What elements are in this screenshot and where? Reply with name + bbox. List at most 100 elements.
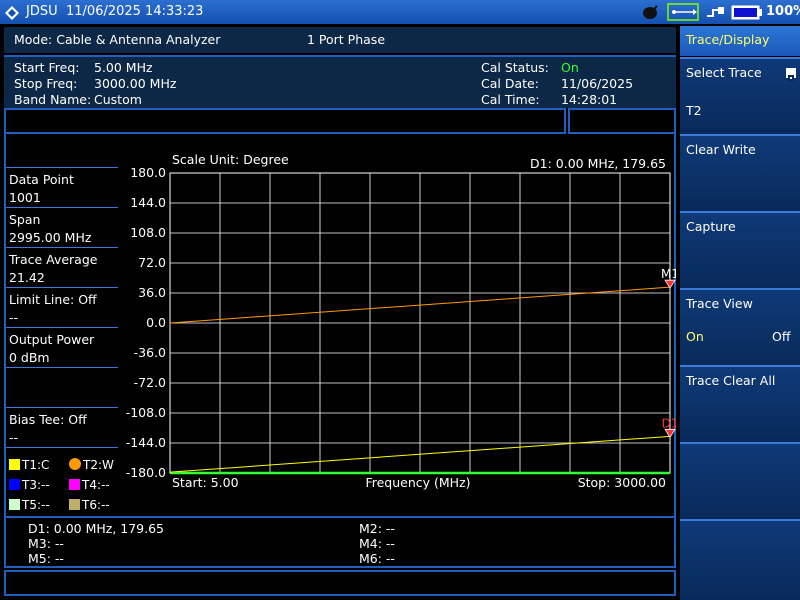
stop-freq-label: Stop Freq: <box>14 76 78 91</box>
trace-average-label: Trace Average <box>9 252 98 267</box>
bias-tee-value: -- <box>9 430 19 445</box>
cal-time-value: 14:28:01 <box>561 92 618 107</box>
marker-m3[interactable]: M3: -- <box>28 536 64 551</box>
data-point-label: Data Point <box>9 172 74 187</box>
marker-m6[interactable]: M6: -- <box>359 551 395 566</box>
delta-readout: D1: 0.00 MHz, 179.65 <box>530 156 666 171</box>
cal-date-value: 11/06/2025 <box>561 76 634 91</box>
bias-tee-info: Bias Tee: Off -- <box>6 407 118 445</box>
trace-clear-all-label: Trace Clear All <box>686 373 776 388</box>
trace-view-on[interactable]: On <box>686 329 704 344</box>
y-tick-label: -108.0 <box>126 405 166 420</box>
marker-d1[interactable]: D1: 0.00 MHz, 179.65 <box>28 521 164 536</box>
submenu-icon <box>786 68 796 81</box>
satellite-icon <box>640 3 660 25</box>
span-label: Span <box>9 212 41 227</box>
clear-write-softkey[interactable]: Clear Write <box>680 134 800 211</box>
y-tick-label: 36.0 <box>138 285 166 300</box>
measurement-label: 1 Port Phase <box>307 32 386 47</box>
legend-t2: T2:W <box>69 458 114 472</box>
t1-label: T1:C <box>22 458 50 472</box>
y-tick-label: 108.0 <box>130 225 166 240</box>
stop-freq-value[interactable]: 3000.00 MHz <box>94 76 176 91</box>
t6-swatch <box>69 499 80 510</box>
y-tick-label: 180.0 <box>130 165 166 180</box>
t1-swatch <box>9 459 20 470</box>
start-freq-value[interactable]: 5.00 MHz <box>94 60 153 75</box>
capture-label: Capture <box>686 219 736 234</box>
power-plug-icon <box>705 4 727 24</box>
t5-swatch <box>9 499 20 510</box>
phase-chart[interactable]: Scale Unit: Degree D1: 0.00 MHz, 179.65 … <box>120 150 676 495</box>
softkey-title-label: Trace/Display <box>686 32 770 47</box>
span-value: 2995.00 MHz <box>9 230 92 245</box>
params-panel: Start Freq: 5.00 MHz Stop Freq: 3000.00 … <box>4 55 676 108</box>
y-tick-label: 144.0 <box>130 195 166 210</box>
battery-percent: 100% <box>766 4 800 19</box>
empty-softkey-6[interactable] <box>680 442 800 519</box>
x-axis-label: Frequency (MHz) <box>365 475 470 490</box>
marker-m5[interactable]: M5: -- <box>28 551 64 566</box>
span-info: Span 2995.00 MHz <box>6 207 118 245</box>
output-power-value: 0 dBm <box>9 350 50 365</box>
mode-label: Mode: Cable & Antenna Analyzer <box>14 32 221 47</box>
output-power-info: Output Power 0 dBm <box>6 327 118 365</box>
y-axis-ticks: 180.0 144.0 108.0 72.0 36.0 0.0 -36.0 -72.0 -108… <box>126 165 166 480</box>
legend-t4: T4:-- <box>69 478 110 492</box>
jdsu-logo-icon <box>5 5 19 20</box>
capture-softkey[interactable]: Capture <box>680 211 800 288</box>
y-tick-label: -144.0 <box>126 435 166 450</box>
band-name-value[interactable]: Custom <box>94 92 142 107</box>
datetime-label: 11/06/2025 14:33:23 <box>66 4 204 19</box>
t6-label: T6:-- <box>82 498 110 512</box>
marker-table: D1: 0.00 MHz, 179.65 M3: -- M5: -- M2: -… <box>4 516 676 568</box>
cal-date-label: Cal Date: <box>481 76 539 91</box>
softkey-title: Trace/Display <box>680 26 800 56</box>
t3-swatch <box>9 479 20 490</box>
legend-t3: T3:-- <box>9 478 50 492</box>
scale-unit-label: Scale Unit: Degree <box>172 152 289 167</box>
t2-swatch <box>69 458 81 470</box>
marker-d1-label: D1 <box>662 416 676 430</box>
data-point-value: 1001 <box>9 190 41 205</box>
bottom-bar <box>4 570 676 596</box>
trace-view-label: Trace View <box>686 296 753 311</box>
trace-view-softkey[interactable]: Trace View On Off <box>680 288 800 365</box>
message-bar-left <box>4 108 566 134</box>
cal-status-value: On <box>561 60 579 75</box>
select-trace-softkey[interactable]: Select Trace T2 <box>680 57 800 134</box>
start-freq-label: Start Freq: <box>14 60 80 75</box>
marker-m1-label: M1 <box>661 267 676 281</box>
select-trace-label: Select Trace <box>686 65 762 80</box>
legend-t1: T1:C <box>9 458 49 472</box>
t5-label: T5:-- <box>22 498 50 512</box>
trace-view-off[interactable]: Off <box>772 329 790 344</box>
band-name-label: Band Name: <box>14 92 92 107</box>
cal-time-label: Cal Time: <box>481 92 540 107</box>
stop-freq-axis-label: Stop: 3000.00 <box>578 475 666 490</box>
t4-swatch <box>69 479 80 490</box>
trace-clear-all-softkey[interactable]: Trace Clear All <box>680 365 800 442</box>
trace-average-value: 21.42 <box>9 270 45 285</box>
t2-label: T2:W <box>83 458 114 472</box>
data-point-info: Data Point 1001 <box>6 167 118 205</box>
status-bar: JDSU 11/06/2025 14:33:23 100% <box>0 0 800 24</box>
trace-average-info: Trace Average 21.42 <box>6 247 118 285</box>
limit-line-value: -- <box>9 310 19 325</box>
empty-softkey-7[interactable] <box>680 519 800 600</box>
brand-label: JDSU <box>26 4 58 19</box>
marker-m2[interactable]: M2: -- <box>359 521 395 536</box>
t3-label: T3:-- <box>22 478 50 492</box>
legend-t6: T6:-- <box>69 498 110 512</box>
y-tick-label: -36.0 <box>134 345 166 360</box>
select-trace-value: T2 <box>686 103 702 118</box>
y-tick-label: -72.0 <box>134 375 166 390</box>
marker-m4[interactable]: M4: -- <box>359 536 395 551</box>
start-freq-axis-label: Start: 5.00 <box>172 475 239 490</box>
battery-icon <box>731 5 763 24</box>
t4-label: T4:-- <box>82 478 110 492</box>
clear-write-label: Clear Write <box>686 142 756 157</box>
mode-bar: Mode: Cable & Antenna Analyzer 1 Port Ph… <box>4 27 676 53</box>
y-tick-label: 0.0 <box>146 315 166 330</box>
cal-status-label: Cal Status: <box>481 60 549 75</box>
